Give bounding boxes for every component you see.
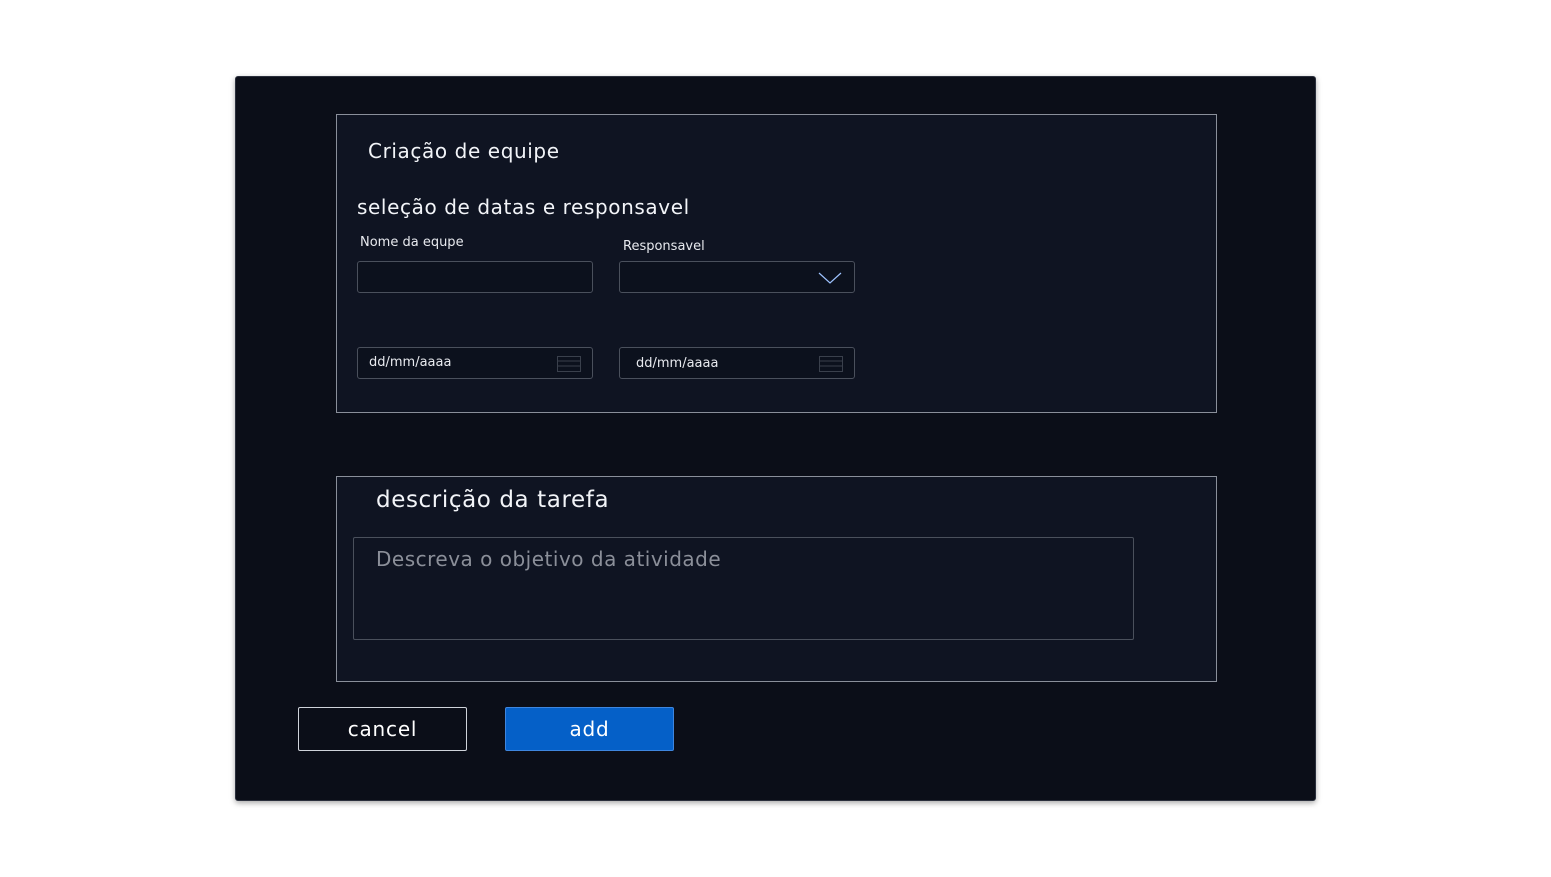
chevron-down-icon[interactable] (818, 271, 842, 285)
panel-title: Criação de equipe (368, 139, 560, 163)
calendar-icon[interactable] (557, 356, 581, 372)
description-placeholder: Descreva o objetivo da atividade (376, 547, 722, 571)
team-name-label: Nome da equpe (360, 235, 464, 250)
end-date-input[interactable]: dd/mm/aaaa (619, 347, 855, 379)
task-description-panel: descrição da tarefa Descreva o objetivo … (336, 476, 1217, 682)
team-name-input[interactable] (357, 261, 593, 293)
cancel-button[interactable]: cancel (298, 707, 467, 751)
end-date-placeholder: dd/mm/aaaa (636, 356, 719, 371)
start-date-placeholder: dd/mm/aaaa (369, 355, 452, 370)
team-creation-modal: Criação de equipe seleção de datas e res… (235, 76, 1316, 801)
description-title: descrição da tarefa (376, 487, 610, 513)
team-details-panel: Criação de equipe seleção de datas e res… (336, 114, 1217, 413)
add-button[interactable]: add (505, 707, 674, 751)
calendar-icon[interactable] (819, 356, 843, 372)
section-title: seleção de datas e responsavel (357, 195, 690, 219)
responsible-label: Responsavel (623, 239, 705, 254)
responsible-select[interactable] (619, 261, 855, 293)
description-textarea[interactable]: Descreva o objetivo da atividade (353, 537, 1134, 640)
start-date-input[interactable]: dd/mm/aaaa (357, 347, 593, 379)
